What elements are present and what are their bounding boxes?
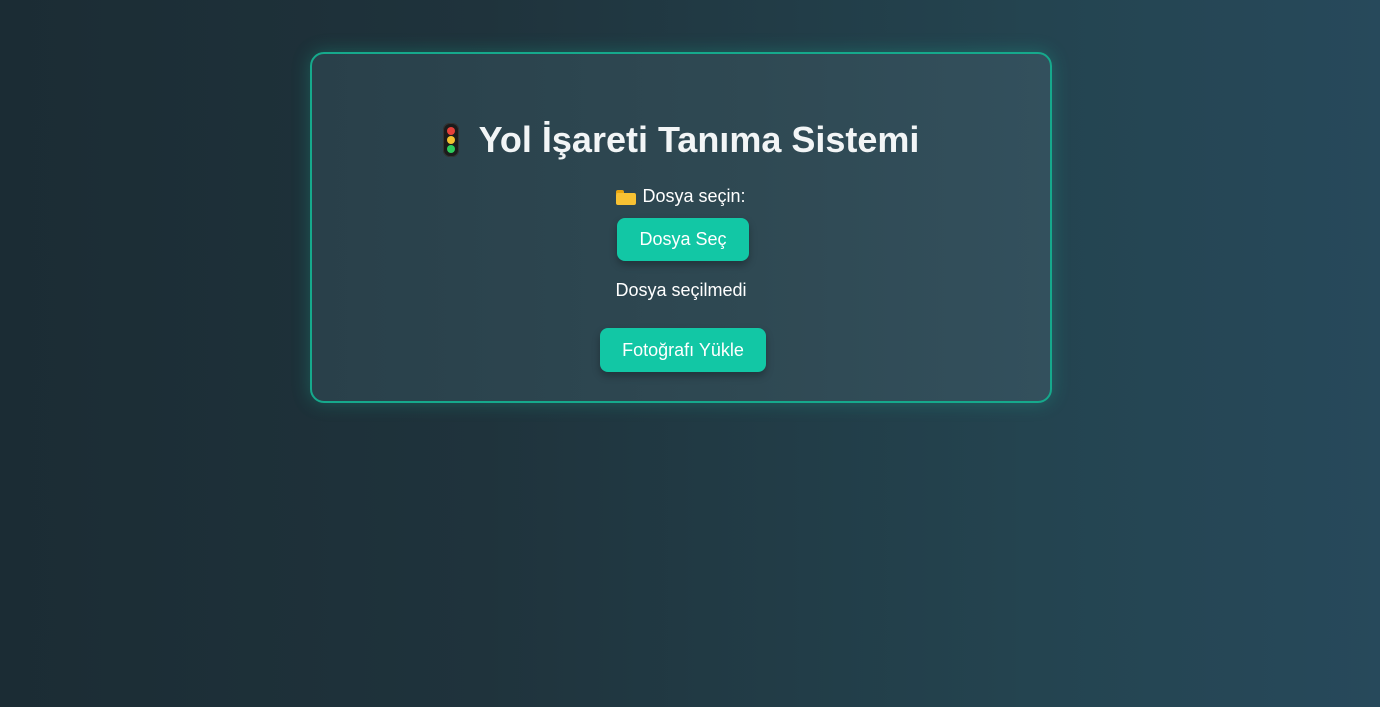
file-label: Dosya seçin: xyxy=(312,184,1050,208)
file-status-text: Dosya seçilmedi xyxy=(615,280,747,300)
file-label-text: Dosya seçin: xyxy=(642,185,746,206)
folder-icon xyxy=(616,189,637,205)
page-title-text: Yol İşareti Tanıma Sistemi xyxy=(478,119,920,160)
traffic-light-icon xyxy=(442,123,459,157)
upload-card: Yol İşareti Tanıma Sistemi Dosya seçin: … xyxy=(310,52,1052,403)
page-title: Yol İşareti Tanıma Sistemi xyxy=(312,116,1050,164)
choose-file-button[interactable]: Dosya Seç xyxy=(617,218,749,261)
upload-photo-button[interactable]: Fotoğrafı Yükle xyxy=(600,328,766,372)
